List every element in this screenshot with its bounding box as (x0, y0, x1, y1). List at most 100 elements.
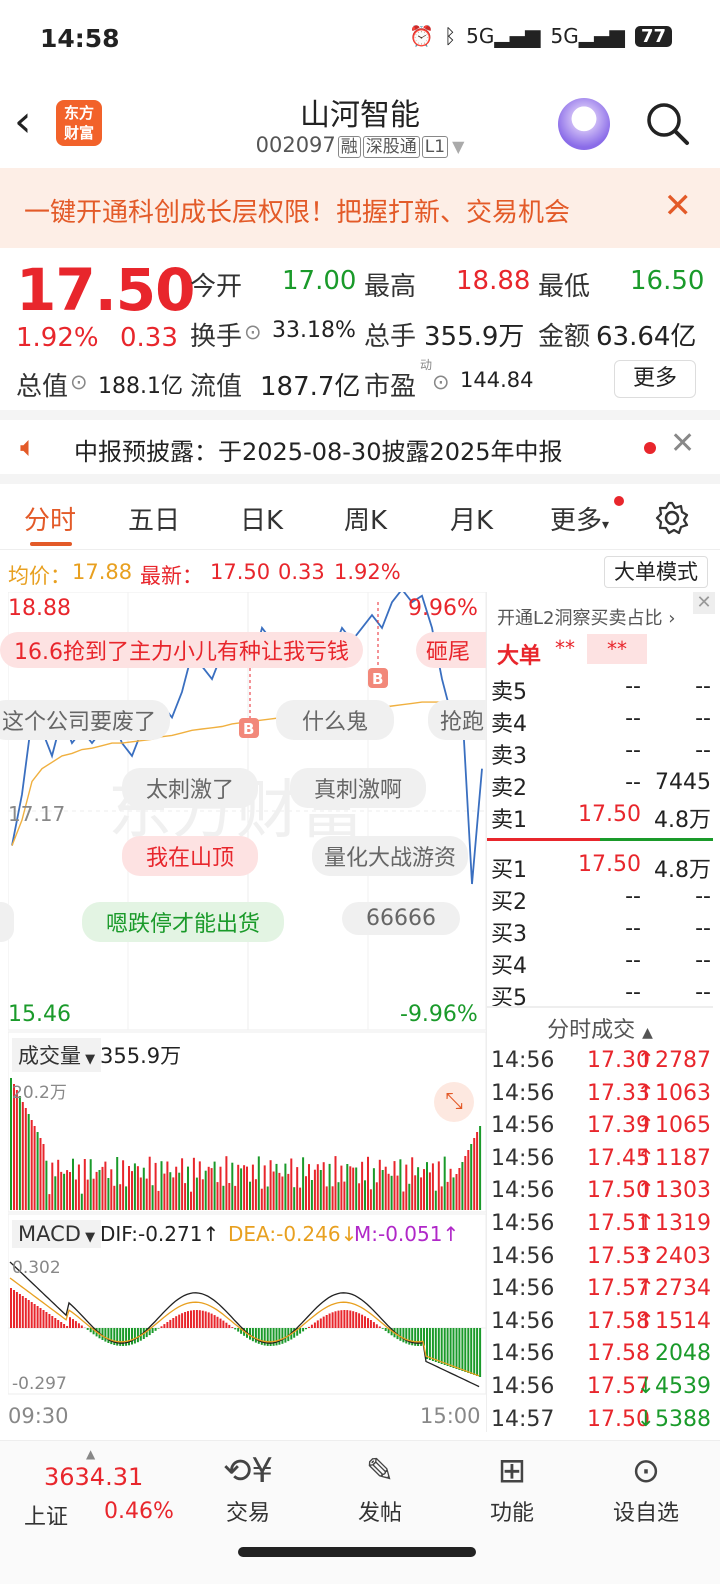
macd-bar (42, 1310, 45, 1328)
volume-bar (461, 1162, 464, 1210)
danmaku-comment[interactable]: 真刺激啊 (290, 768, 427, 808)
tab-more[interactable]: 更多▾ (550, 500, 609, 537)
margin-tag: 融 (337, 136, 361, 158)
top-pct-label: 9.96% (408, 596, 478, 621)
tab-more-dot (614, 496, 624, 506)
robot-assistant-icon[interactable] (558, 98, 610, 150)
notice-text[interactable]: 中报预披露：于2025-08-30披露2025年中报 (74, 432, 563, 467)
promo-banner[interactable]: 一键开通科创成长层权限！把握打新、交易机会 ✕ (0, 168, 720, 248)
tab-weekly-k[interactable]: 周K (344, 500, 387, 537)
macd-bar (198, 1310, 201, 1328)
macd-bar (352, 1311, 355, 1328)
macd-bar (281, 1328, 284, 1344)
nav-function[interactable]: ⊞ 功能 (462, 1447, 562, 1527)
index-name[interactable]: 上证 (24, 1499, 68, 1531)
ask-row: 卖5 -- -- (491, 674, 711, 705)
trade-time: 14:57 (491, 1406, 555, 1432)
info-icon-2[interactable]: ⊙ (70, 370, 88, 394)
volume-bar (328, 1163, 331, 1210)
tab-monthly-k[interactable]: 月K (450, 500, 493, 537)
danmaku-comment[interactable]: 什么鬼 (276, 700, 395, 740)
promo-text[interactable]: 一键开通科创成长层权限！把握打新、交易机会 (24, 192, 570, 229)
danmaku-comment[interactable]: 66666 (342, 902, 460, 935)
home-indicator[interactable] (238, 1547, 476, 1557)
macd-bar (251, 1328, 254, 1342)
macd-bar (284, 1328, 287, 1343)
volume-bar (119, 1184, 122, 1210)
search-icon[interactable] (644, 100, 690, 146)
close-icon[interactable]: ✕ (670, 426, 695, 461)
function-icon: ⊞ (497, 1451, 527, 1491)
close-icon[interactable]: ✕ (664, 186, 693, 226)
trade-time: 14:56 (491, 1341, 555, 1367)
l2-promo-link[interactable]: 开通L2洞察买卖占比 › (497, 604, 675, 630)
volume-bar (175, 1166, 178, 1210)
volume-bar (89, 1159, 92, 1210)
volume-bar (60, 1171, 63, 1210)
tab-five-day[interactable]: 五日 (128, 500, 180, 537)
index-percent[interactable]: 0.46% (104, 1499, 174, 1524)
stock-code-line[interactable]: 002097 融深股通 L1 ▼ (0, 132, 720, 158)
volume-bar (142, 1167, 145, 1210)
danmaku-comment[interactable]: 我在山顶 (122, 836, 259, 876)
stock-name: 山河智能 (300, 98, 420, 133)
gear-icon[interactable] (654, 500, 690, 536)
tab-intraday[interactable]: 分时 (24, 500, 76, 537)
intraday-chart[interactable]: 东方财富 B B 18.88 9.96% 17.17 15.46 -9.96% … (0, 587, 487, 1432)
volume-bar (163, 1173, 166, 1210)
close-icon[interactable]: ✕ (693, 592, 715, 614)
macd-bar (15, 1292, 18, 1328)
tab-underline (30, 542, 72, 546)
macd-indicator-select[interactable]: MACD ▼ (12, 1220, 102, 1248)
macd-bar (343, 1310, 346, 1328)
volume-bar (157, 1190, 160, 1210)
volume-bar (290, 1158, 293, 1210)
volume-bar (369, 1189, 372, 1210)
danmaku-comment[interactable]: 砸尾 (416, 632, 486, 668)
info-icon-3[interactable]: ⊙ (432, 370, 450, 394)
macd-bar (104, 1328, 107, 1342)
expand-icon[interactable]: ⤡ (434, 1082, 474, 1122)
nav-trade[interactable]: ⟲¥ 交易 (198, 1447, 298, 1527)
volume-indicator-select[interactable]: 成交量 ▼ (12, 1038, 102, 1072)
more-button[interactable]: 更多 (614, 360, 696, 398)
volume-bar (187, 1166, 189, 1210)
mktcap-value: 188.1亿 (98, 374, 183, 399)
volume-bar (266, 1186, 269, 1210)
danmaku-comment[interactable]: 太刺激了 (122, 768, 259, 808)
info-icon[interactable]: ⊙ (244, 320, 262, 344)
volume-bar (201, 1179, 204, 1210)
nav-trade-label: 交易 (225, 1501, 270, 1526)
chevron-up-icon[interactable]: ▲ (86, 1447, 95, 1461)
trades-title[interactable]: 分时成交 ▲ (487, 1012, 713, 1044)
volume-bar (275, 1163, 278, 1210)
macd-bar (69, 1317, 71, 1328)
time-start-label: 09:30 (8, 1404, 69, 1428)
trade-time: 14:56 (491, 1374, 555, 1399)
trade-row: 14:56 17.50 ↑1303 (491, 1178, 713, 1210)
pe-label: 市盈 (364, 372, 417, 402)
danmaku-comment[interactable]: 量化大战游资 (312, 836, 469, 876)
trade-row: 14:56 17.30 ↑2787 (491, 1048, 713, 1080)
danmaku-comment[interactable]: 这个公司要废了 (0, 700, 171, 740)
danmaku-comment[interactable]: 嗯跌停才能出货 (82, 902, 285, 942)
divider (0, 410, 720, 420)
nav-post[interactable]: ✎ 发帖 (330, 1447, 430, 1527)
macd-bar (278, 1328, 281, 1345)
volume-bar (36, 1132, 39, 1210)
notice-bar[interactable]: 🔈︎ 中报预披露：于2025-08-30披露2025年中报 ✕ (0, 420, 720, 474)
macd-bar (178, 1314, 181, 1328)
index-value[interactable]: 3634.31 (44, 1463, 143, 1491)
danmaku-comment[interactable]: 16.6抢到了主力小儿有种让我亏钱 (0, 632, 363, 668)
trade-time: 14:56 (491, 1308, 555, 1334)
tab-daily-k[interactable]: 日K (240, 500, 283, 537)
danmaku-comment[interactable]: 抢跑 (428, 700, 486, 740)
big-order-box[interactable]: ** (587, 634, 647, 664)
volume-bar (181, 1158, 184, 1210)
volume-bar (110, 1169, 113, 1210)
big-order-mode-button[interactable]: 大单模式 (604, 556, 708, 588)
nav-add-favorite[interactable]: ⊙ 设自选 (596, 1447, 696, 1527)
big-order-stars: ** (555, 636, 575, 660)
macd-bar (328, 1313, 331, 1328)
chevron-down-icon: ▼ (452, 137, 465, 156)
